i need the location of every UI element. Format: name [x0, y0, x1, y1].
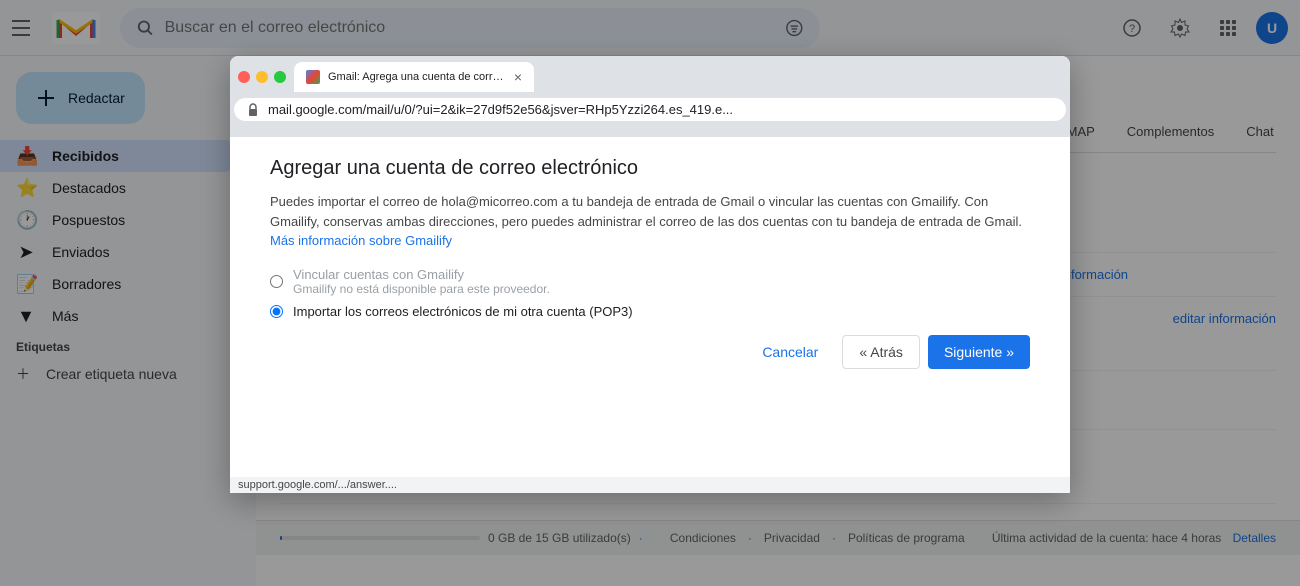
- back-button[interactable]: « Atrás: [842, 335, 920, 369]
- dialog-option-vincular[interactable]: Vincular cuentas con Gmailify Gmailify n…: [270, 267, 1030, 296]
- chrome-close-button[interactable]: [238, 71, 250, 83]
- chrome-controls: [238, 71, 286, 83]
- chrome-address-bar[interactable]: mail.google.com/mail/u/0/?ui=2&ik=27d9f5…: [234, 98, 1066, 121]
- tab-favicon-img: [306, 70, 320, 84]
- tab-title: Gmail: Agrega una cuenta de correo elect…: [328, 71, 506, 83]
- sublabel-vincular: Gmailify no está disponible para este pr…: [293, 282, 550, 296]
- next-button[interactable]: Siguiente »: [928, 335, 1030, 369]
- tab-favicon: [306, 69, 320, 85]
- chrome-minimize-button[interactable]: [256, 71, 268, 83]
- status-text: support.google.com/.../answer....: [238, 479, 397, 491]
- lock-icon: [246, 103, 260, 117]
- chrome-tab[interactable]: Gmail: Agrega una cuenta de correo elect…: [294, 62, 534, 92]
- radio-vincular[interactable]: [270, 275, 283, 288]
- dialog-title: Agregar una cuenta de correo electrónico: [270, 157, 1030, 180]
- tab-close-icon[interactable]: ×: [514, 69, 522, 85]
- chrome-titlebar: Gmail: Agrega una cuenta de correo elect…: [230, 56, 1070, 98]
- dialog: Agregar una cuenta de correo electrónico…: [246, 137, 1054, 389]
- dialog-description: Puedes importar el correo de hola@micorr…: [270, 192, 1030, 251]
- chrome-window: Gmail: Agrega una cuenta de correo elect…: [230, 56, 1070, 493]
- modal-overlay: Gmail: Agrega una cuenta de correo elect…: [0, 0, 1300, 586]
- radio-importar[interactable]: [270, 305, 283, 318]
- chrome-content: Agregar una cuenta de correo electrónico…: [230, 137, 1070, 477]
- dialog-option-importar[interactable]: Importar los correos electrónicos de mi …: [270, 304, 1030, 319]
- cancel-button[interactable]: Cancelar: [746, 335, 834, 369]
- status-bar: support.google.com/.../answer....: [230, 477, 1070, 493]
- dialog-actions: Cancelar « Atrás Siguiente »: [270, 335, 1030, 369]
- chrome-maximize-button[interactable]: [274, 71, 286, 83]
- dialog-more-info-link[interactable]: Más información sobre Gmailify: [270, 233, 452, 248]
- label-importar-option: Importar los correos electrónicos de mi …: [293, 304, 633, 319]
- address-bar-text: mail.google.com/mail/u/0/?ui=2&ik=27d9f5…: [268, 102, 1054, 117]
- label-vincular: Vincular cuentas con Gmailify: [293, 267, 464, 282]
